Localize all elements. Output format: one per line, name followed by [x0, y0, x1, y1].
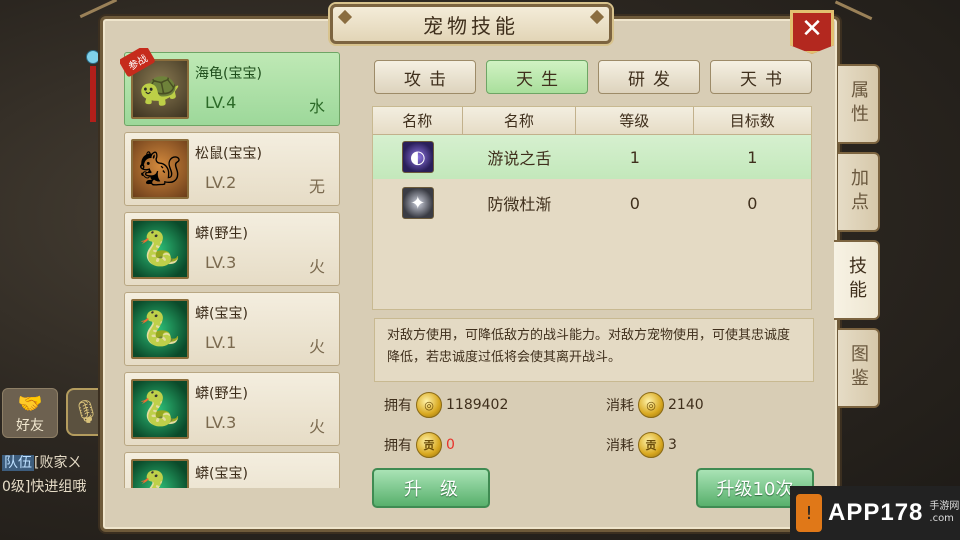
pet-card[interactable]: 🐢 参战 海龟(宝宝) LV.4 水: [120, 48, 340, 126]
tab-research[interactable]: 研发: [598, 60, 700, 94]
snake-avatar-icon: 🐍: [131, 459, 189, 488]
pet-name: 松鼠(宝宝): [195, 146, 262, 162]
tongue-icon: ◐: [401, 141, 434, 173]
tab-add-points[interactable]: 加点: [838, 152, 880, 232]
tab-innate[interactable]: 天生: [486, 60, 588, 94]
tribute-coin-icon: 贡: [638, 432, 664, 458]
pet-element: 火: [308, 417, 325, 436]
snake-avatar-icon: 🐍: [131, 379, 189, 439]
skill-targets: 0: [747, 193, 758, 213]
gold-coin-icon: ◎: [638, 392, 664, 418]
skill-level: 1: [629, 147, 640, 167]
panel-title-text: 宠物技能: [423, 13, 519, 38]
cost-label: 消耗: [606, 398, 634, 414]
pet-name: 海龟(宝宝): [195, 66, 262, 82]
watermark-sub1: 手游网: [929, 501, 960, 512]
site-watermark: ! APP178 手游网 .com: [790, 486, 960, 540]
cost-tribute: 消耗 贡 3: [606, 432, 677, 458]
gold-coin-icon: ◎: [416, 392, 442, 418]
pet-card[interactable]: 🐍 蟒(野生) LV.3 火: [124, 212, 340, 286]
tab-label: 研发: [628, 69, 678, 90]
own-gold: 拥有 ◎ 1189402: [384, 392, 508, 418]
pet-card[interactable]: 🐍 蟒(野生) LV.3 火: [124, 372, 340, 446]
handshake-icon: 🤝: [17, 391, 43, 415]
chat-message-continued[interactable]: 0级]快进组哦: [2, 476, 86, 496]
pet-level: LV.2: [205, 173, 237, 192]
tab-skills[interactable]: 技能: [834, 240, 880, 320]
chat-text-2: 0级]快进组哦: [2, 479, 87, 495]
column-header: 名称: [373, 107, 463, 134]
pet-element: 无: [308, 177, 325, 196]
pet-element: 火: [308, 257, 325, 276]
watermark-brand: APP178: [828, 499, 924, 526]
upgrade-ten-label: 升级10次: [716, 479, 794, 500]
upgrade-label: 升 级: [404, 479, 458, 500]
own-label: 拥有: [384, 398, 412, 414]
friend-button[interactable]: 🤝 好友: [2, 388, 58, 438]
pet-level: LV.3: [205, 253, 237, 272]
pet-card[interactable]: 🐿 松鼠(宝宝) LV.2 无: [124, 132, 340, 206]
skill-name: 游说之舌: [487, 149, 552, 168]
skill-targets: 1: [747, 147, 758, 167]
snake-avatar-icon: 🐍: [131, 219, 189, 279]
pet-level: LV.1: [205, 333, 237, 352]
close-icon: ✕: [801, 14, 823, 44]
own-label: 拥有: [384, 438, 412, 454]
watermark-sub2: .com: [929, 513, 954, 524]
cost-tribute-value: 3: [668, 437, 677, 453]
table-row[interactable]: ✦ 防微杜渐 0 0: [373, 181, 811, 225]
own-tribute: 拥有 贡 0: [384, 432, 455, 458]
upgrade-button[interactable]: 升 级: [372, 468, 490, 508]
column-header: 名称: [463, 107, 577, 134]
skill-name: 防微杜渐: [487, 195, 552, 214]
microphone-icon: 🎙: [72, 399, 100, 425]
cost-gold: 消耗 ◎ 2140: [606, 392, 704, 418]
own-gold-value: 1189402: [446, 397, 509, 413]
tab-attributes[interactable]: 属性: [838, 64, 880, 144]
pet-level: LV.4: [205, 93, 237, 112]
pet-name: 蟒(宝宝): [195, 466, 248, 482]
snake-avatar-icon: 🐍: [131, 299, 189, 359]
own-tribute-value: 0: [446, 437, 455, 453]
cost-gold-value: 2140: [668, 397, 704, 413]
pet-list[interactable]: 🐢 参战 海龟(宝宝) LV.4 水 🐿 松鼠(宝宝) LV.2 无 🐍 蟒(野…: [120, 48, 344, 488]
column-header: 等级: [576, 107, 694, 134]
skill-description: 对敌方使用，可降低敌方的战斗能力。对敌方宠物使用，可使其忠诚度降低，若忠诚度过低…: [374, 318, 814, 382]
pet-element: 水: [308, 97, 325, 116]
tab-attack[interactable]: 攻击: [374, 60, 476, 94]
close-button[interactable]: ✕: [790, 10, 834, 54]
pet-name: 蟒(野生): [195, 386, 248, 402]
tab-illustrated-guide[interactable]: 图鉴: [838, 328, 880, 408]
chat-text-1: [败家ㄨ: [34, 455, 82, 471]
side-tab-label: 技能: [846, 256, 867, 304]
tribute-coin-icon: 贡: [416, 432, 442, 458]
pet-card[interactable]: 🐍 蟒(宝宝): [124, 452, 340, 488]
prevent-icon: ✦: [401, 187, 434, 219]
chat-message[interactable]: 队伍 [败家ㄨ: [2, 452, 81, 472]
side-tab-label: 属性: [848, 80, 869, 128]
side-tab-label: 图鉴: [848, 344, 869, 392]
column-header: 目标数: [729, 112, 775, 130]
table-header: 名称 名称 等级 目标数: [373, 107, 811, 135]
pet-card[interactable]: 🐍 蟒(宝宝) LV.1 火: [124, 292, 340, 366]
tab-heavenly-book[interactable]: 天书: [710, 60, 812, 94]
pendant-ornament: [86, 50, 100, 140]
phone-logo-icon: !: [796, 494, 822, 532]
pet-name: 蟒(野生): [195, 226, 248, 242]
tab-label: 天书: [740, 69, 790, 90]
skill-table: 名称 名称 等级 目标数 ◐ 游说之舌 1 1 ✦ 防微杜渐 0 0: [372, 106, 812, 310]
pet-element: 火: [308, 337, 325, 356]
friend-label: 好友: [16, 418, 44, 434]
squirrel-avatar-icon: 🐿: [131, 139, 189, 199]
skill-level: 0: [629, 193, 640, 213]
side-tab-label: 加点: [848, 168, 869, 216]
pet-level: LV.3: [205, 413, 237, 432]
chat-channel-tag: 队伍: [2, 455, 34, 471]
cost-label: 消耗: [606, 438, 634, 454]
table-row[interactable]: ◐ 游说之舌 1 1: [373, 135, 811, 179]
tab-label: 天生: [516, 69, 566, 90]
panel-title: 宠物技能: [330, 4, 612, 44]
tab-label: 攻击: [404, 69, 454, 90]
pet-name: 蟒(宝宝): [195, 306, 248, 322]
